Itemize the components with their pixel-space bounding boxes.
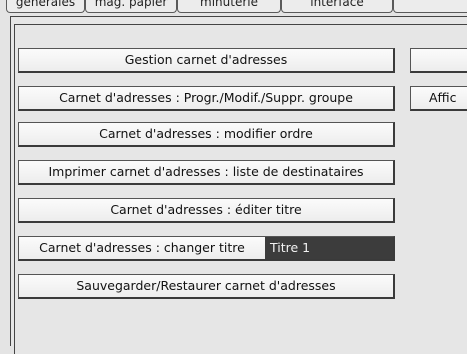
modifier-ordre-button[interactable]: Carnet d'adresses : modifier ordre — [18, 122, 395, 147]
imprimer-liste-destinataires-button[interactable]: Imprimer carnet d'adresses : liste de de… — [18, 160, 395, 185]
tab-next[interactable] — [393, 0, 467, 13]
tab-generales[interactable]: générales — [6, 0, 85, 13]
tab-minuterie[interactable]: minuterie — [177, 0, 281, 13]
affichage-button[interactable]: Affic — [410, 86, 467, 111]
gestion-carnet-adresses-button[interactable]: Gestion carnet d'adresses — [18, 48, 395, 73]
editer-titre-button[interactable]: Carnet d'adresses : éditer titre — [18, 198, 395, 223]
right-column-button-1[interactable] — [410, 48, 467, 73]
tab-strip: générales mag. papier minuterie interfac… — [0, 0, 467, 16]
settings-panel — [14, 24, 467, 354]
sauvegarder-restaurer-button[interactable]: Sauvegarder/Restaurer carnet d'adresses — [18, 274, 395, 299]
tab-mag-papier[interactable]: mag. papier — [85, 0, 177, 13]
changer-titre-value: Titre 1 — [265, 237, 393, 259]
changer-titre-button[interactable]: Carnet d'adresses : changer titre Titre … — [18, 236, 395, 261]
tab-interface[interactable]: interface — [281, 0, 393, 13]
progr-modif-suppr-groupe-button[interactable]: Carnet d'adresses : Progr./Modif./Suppr.… — [18, 86, 395, 111]
changer-titre-label: Carnet d'adresses : changer titre — [39, 240, 245, 255]
